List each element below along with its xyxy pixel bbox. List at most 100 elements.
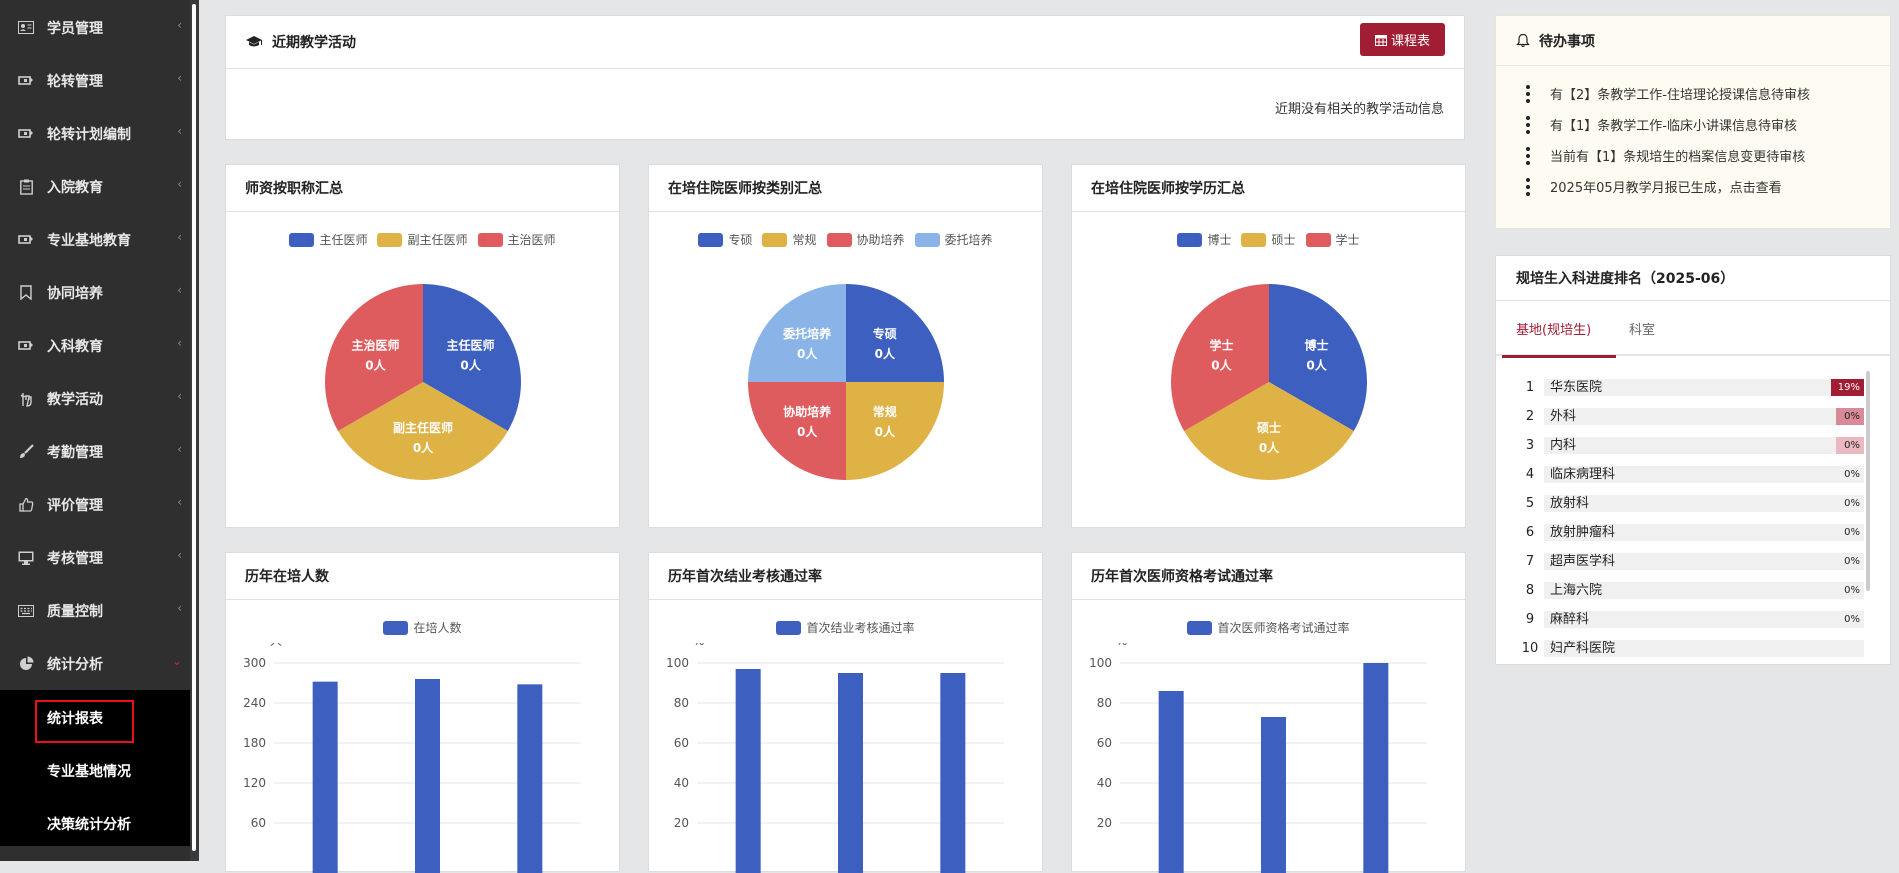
keyboard-icon <box>17 602 35 620</box>
rank-number: 1 <box>1525 380 1535 395</box>
submenu-item-decision-analysis[interactable]: 决策统计分析 <box>0 802 190 846</box>
bar[interactable] <box>940 673 966 873</box>
legend-swatch <box>776 620 802 635</box>
sidebar-item-label: 专业基地教育 <box>47 232 131 249</box>
rank-name: 超声医学科 <box>1550 554 1616 569</box>
bar[interactable] <box>415 679 440 873</box>
sidebar: 学员管理 ‹ 轮转管理 ‹ 轮转计划编制 ‹ 入院教育 ‹ 专业基地教育 ‹ 协同培养 ‹ 入科教育 ‹ 教… <box>0 0 199 861</box>
legend-item[interactable]: 主任医师 <box>289 231 367 248</box>
legend-label: 在培人数 <box>413 621 462 635</box>
tab-base[interactable]: 基地(规培生) <box>1502 301 1616 358</box>
legend-item[interactable]: 协助培养 <box>826 231 905 248</box>
tab-label: 科室 <box>1629 323 1656 338</box>
legend-label: 副主任医师 <box>407 233 468 247</box>
tab-department[interactable]: 科室 <box>1629 301 1655 356</box>
schedule-button[interactable]: 课程表 <box>1360 23 1445 56</box>
legend-label: 博士 <box>1207 233 1232 247</box>
todo-item[interactable]: 2025年05月教学月报已生成，点击查看 <box>1526 177 1782 196</box>
ranking-scrollbar[interactable] <box>1866 371 1870 591</box>
sidebar-item[interactable]: 考勤管理 ‹ <box>0 425 190 478</box>
legend-item[interactable]: 首次医师资格考试通过率 <box>1187 619 1350 636</box>
sidebar-item[interactable]: 质量控制 ‹ <box>0 584 190 637</box>
bar[interactable] <box>517 684 543 873</box>
sidebar-item-label: 协同培养 <box>47 285 103 302</box>
legend-item[interactable]: 专硕 <box>698 231 752 248</box>
sidebar-item[interactable]: 入科教育 ‹ <box>0 319 190 372</box>
sidebar-item[interactable]: 轮转管理 ‹ <box>0 54 190 107</box>
graduation-cap-icon <box>245 33 263 51</box>
legend-swatch <box>383 620 409 635</box>
legend-label: 专硕 <box>728 233 753 247</box>
progress-bar: 上海六院 0% <box>1544 582 1864 599</box>
chevron-left-icon: ‹ <box>177 548 182 562</box>
bookmark-icon <box>17 284 35 302</box>
bar[interactable] <box>1261 717 1286 873</box>
y-axis-unit: 人 <box>270 643 282 648</box>
bar[interactable] <box>1363 663 1389 873</box>
legend-item[interactable]: 常规 <box>762 231 817 248</box>
pie-slice[interactable] <box>846 382 944 480</box>
legend-label: 学士 <box>1335 233 1360 247</box>
legend-item[interactable]: 在培人数 <box>383 619 462 636</box>
submenu-item-base-status[interactable]: 专业基地情况 <box>0 749 190 793</box>
rank-percent: 0% <box>1844 411 1860 422</box>
slice-value: 0人 <box>1306 358 1327 373</box>
pie-chart: 专硕0人常规0人协助培养0人委托培养0人 <box>748 284 944 480</box>
sidebar-item[interactable]: 考核管理 ‹ <box>0 531 190 584</box>
bar[interactable] <box>1158 691 1184 873</box>
bar[interactable] <box>735 669 761 873</box>
pie-chart-panel: 师资按职称汇总 主任医师 副主任医师 主治医师 主任医师 0人 副主任医师 0人 主治医师 0人 <box>225 164 620 528</box>
schedule-button-label: 课程表 <box>1390 34 1430 49</box>
todo-item-label: 2025年05月教学月报已生成，点击查看 <box>1550 181 1782 196</box>
todo-panel: 待办事项 有【2】条教学工作-住培理论授课信息待审核 有【1】条教学工作-临床小讲… <box>1495 15 1891 229</box>
progress-bar: 放射肿瘤科 0% <box>1544 524 1864 541</box>
bar-chart: 人 60 120 180 240 300 <box>243 643 581 873</box>
tab-label: 基地(规培生) <box>1516 323 1592 338</box>
sidebar-scrollbar[interactable] <box>190 0 199 861</box>
scrollbar-thumb[interactable] <box>192 4 196 851</box>
vertical-dots-icon <box>1526 146 1530 165</box>
legend-item[interactable]: 委托培养 <box>914 231 993 248</box>
slice-value: 0人 <box>460 358 481 373</box>
legend-item[interactable]: 首次结业考核通过率 <box>776 619 915 636</box>
chart-legend: 主任医师 副主任医师 主治医师 <box>226 231 619 248</box>
sidebar-item[interactable]: 入院教育 ‹ <box>0 160 190 213</box>
todo-item[interactable]: 当前有【1】条规培生的档案信息变更待审核 <box>1526 146 1805 165</box>
chevron-left-icon: ‹ <box>177 495 182 509</box>
sidebar-item-label: 教学活动 <box>47 391 103 408</box>
bar[interactable] <box>312 681 338 873</box>
submenu-item-stat-report[interactable]: 统计报表 <box>0 696 190 743</box>
progress-bar: 麻醉科 0% <box>1544 611 1864 628</box>
sidebar-item[interactable]: 评价管理 ‹ <box>0 478 190 531</box>
legend-label: 协助培养 <box>856 233 905 247</box>
legend-label: 硕士 <box>1271 233 1296 247</box>
rotate-icon <box>17 72 35 90</box>
sidebar-item[interactable]: 统计分析 ⌄ <box>0 637 190 690</box>
legend-item[interactable]: 副主任医师 <box>377 231 468 248</box>
ranking-row: 2 外科 0% <box>1516 408 1866 425</box>
rank-number: 7 <box>1525 554 1535 569</box>
ranking-row: 6 放射肿瘤科 0% <box>1516 524 1866 541</box>
sidebar-item-label: 学员管理 <box>47 20 103 37</box>
legend-item[interactable]: 主治医师 <box>477 231 556 248</box>
id-card-icon <box>17 19 35 37</box>
sidebar-item-label: 入科教育 <box>47 338 103 355</box>
sidebar-item[interactable]: 学员管理 ‹ <box>0 1 190 54</box>
sidebar-item[interactable]: 专业基地教育 ‹ <box>0 213 190 266</box>
legend-item[interactable]: 博士 <box>1177 231 1231 248</box>
panel-title: 规培生入科进度排名（2025-06） <box>1516 271 1735 287</box>
todo-item[interactable]: 有【1】条教学工作-临床小讲课信息待审核 <box>1526 115 1797 134</box>
legend-label: 常规 <box>792 233 817 247</box>
sidebar-item[interactable]: 协同培养 ‹ <box>0 266 190 319</box>
legend-item[interactable]: 硕士 <box>1241 231 1296 248</box>
sidebar-item-label: 入院教育 <box>47 179 103 196</box>
legend-label: 主治医师 <box>507 233 556 247</box>
bar[interactable] <box>838 673 863 873</box>
todo-item[interactable]: 有【2】条教学工作-住培理论授课信息待审核 <box>1526 84 1810 103</box>
slice-value: 0人 <box>1259 440 1280 455</box>
legend-label: 首次结业考核通过率 <box>806 621 915 635</box>
panel-title: 历年首次结业考核通过率 <box>668 569 822 585</box>
sidebar-item[interactable]: 轮转计划编制 ‹ <box>0 107 190 160</box>
legend-item[interactable]: 学士 <box>1305 231 1360 248</box>
sidebar-item[interactable]: 教学活动 ‹ <box>0 372 190 425</box>
